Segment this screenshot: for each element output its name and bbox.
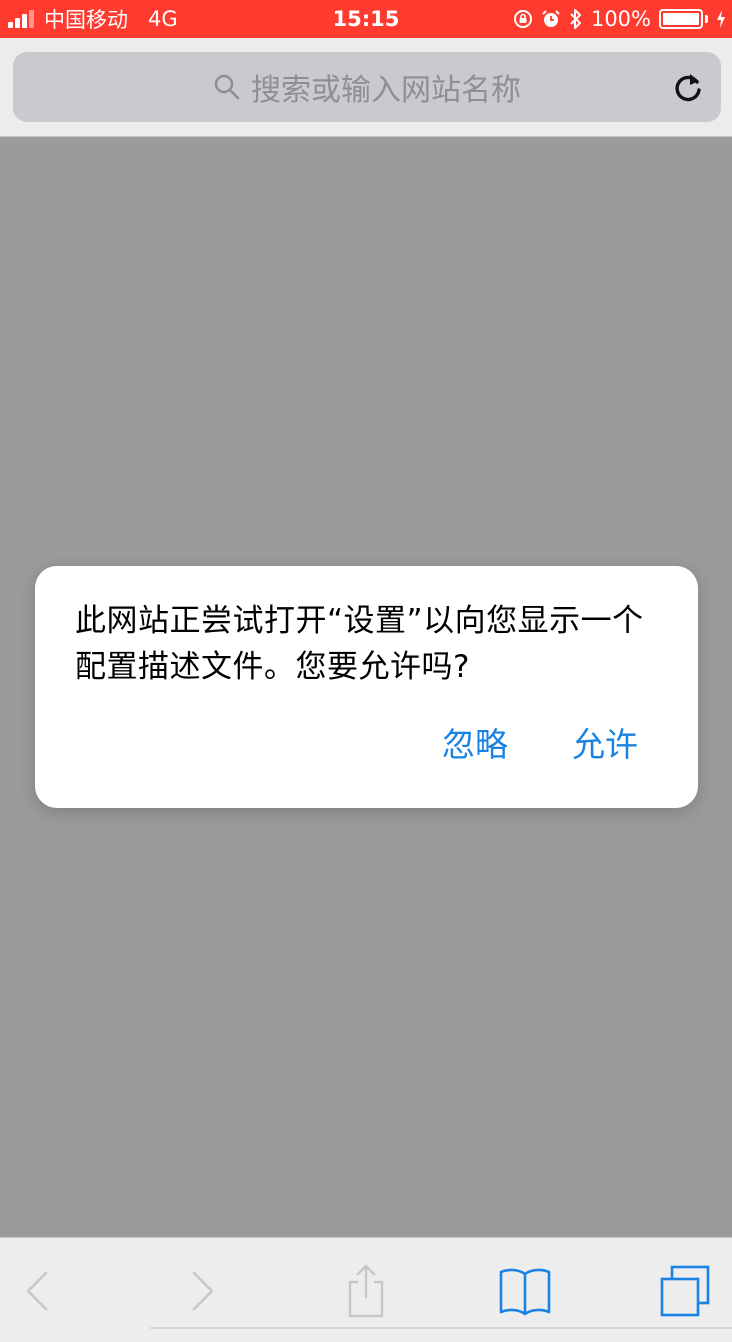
forward-button[interactable] (168, 1256, 238, 1326)
bluetooth-icon (570, 9, 581, 29)
status-bar: 中国移动 4G 15:15 100% (0, 0, 732, 38)
screen: 中国移动 4G 15:15 100% 搜索或输入网站名称 此网站正尝试打开“设置… (0, 0, 732, 1342)
ignore-button[interactable]: 忽略 (442, 718, 508, 766)
allow-button[interactable]: 允许 (572, 718, 638, 766)
back-icon (26, 1271, 48, 1311)
profile-alert-dialog: 此网站正尝试打开“设置”以向您显示一个配置描述文件。您要允许吗? 忽略 允许 (35, 566, 698, 808)
bottom-toolbar (0, 1237, 732, 1342)
orientation-lock-icon (513, 10, 532, 28)
share-icon (348, 1264, 384, 1318)
bookmarks-button[interactable] (490, 1256, 560, 1326)
battery-level (663, 13, 699, 25)
back-button[interactable] (2, 1256, 72, 1326)
battery-tip (705, 15, 708, 23)
network-type: 4G (148, 7, 178, 31)
status-right: 100% (513, 0, 726, 38)
alert-actions: 忽略 允许 (442, 718, 638, 766)
charging-icon (717, 10, 725, 28)
alarm-icon (542, 10, 560, 27)
browser-top-bar: 搜索或输入网站名称 (0, 38, 732, 137)
share-button[interactable] (331, 1256, 401, 1326)
address-content: 搜索或输入网站名称 (13, 52, 721, 122)
home-indicator (150, 1327, 732, 1329)
tabs-button[interactable] (650, 1256, 720, 1326)
forward-icon (192, 1271, 214, 1311)
status-left: 中国移动 4G (8, 0, 178, 38)
reload-icon (675, 74, 701, 102)
battery-icon (659, 9, 703, 29)
address-placeholder: 搜索或输入网站名称 (251, 73, 521, 108)
alert-message: 此网站正尝试打开“设置”以向您显示一个配置描述文件。您要允许吗? (75, 603, 644, 685)
battery-percent: 100% (590, 7, 651, 31)
reload-button[interactable] (669, 68, 707, 106)
tabs-icon (660, 1265, 710, 1317)
address-field[interactable]: 搜索或输入网站名称 (13, 52, 721, 122)
bookmarks-icon (499, 1268, 551, 1316)
carrier-name: 中国移动 (44, 8, 128, 32)
search-icon (214, 74, 240, 100)
signal-icon (8, 10, 34, 28)
